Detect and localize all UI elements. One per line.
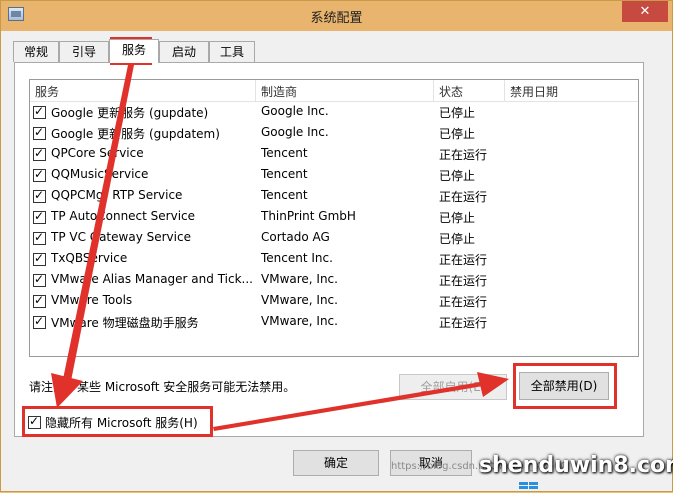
arrow-right-shaft xyxy=(213,382,483,431)
windows-logo-icon xyxy=(519,482,538,489)
watermark-text: shenduwin8.com xyxy=(479,453,673,478)
watermark: shenduwin8.com xyxy=(479,451,673,491)
system-config-window: 系统配置 ✕ 常规 引导 服务 启动 工具 服务 制造商 状态 禁用日期 Goo… xyxy=(0,0,673,492)
arrow-down-head xyxy=(51,373,83,408)
arrow-right-head xyxy=(477,372,509,397)
arrow-down-shaft xyxy=(63,65,134,381)
tab-services[interactable]: 服务 xyxy=(109,39,159,63)
annotation-arrows xyxy=(51,65,509,431)
